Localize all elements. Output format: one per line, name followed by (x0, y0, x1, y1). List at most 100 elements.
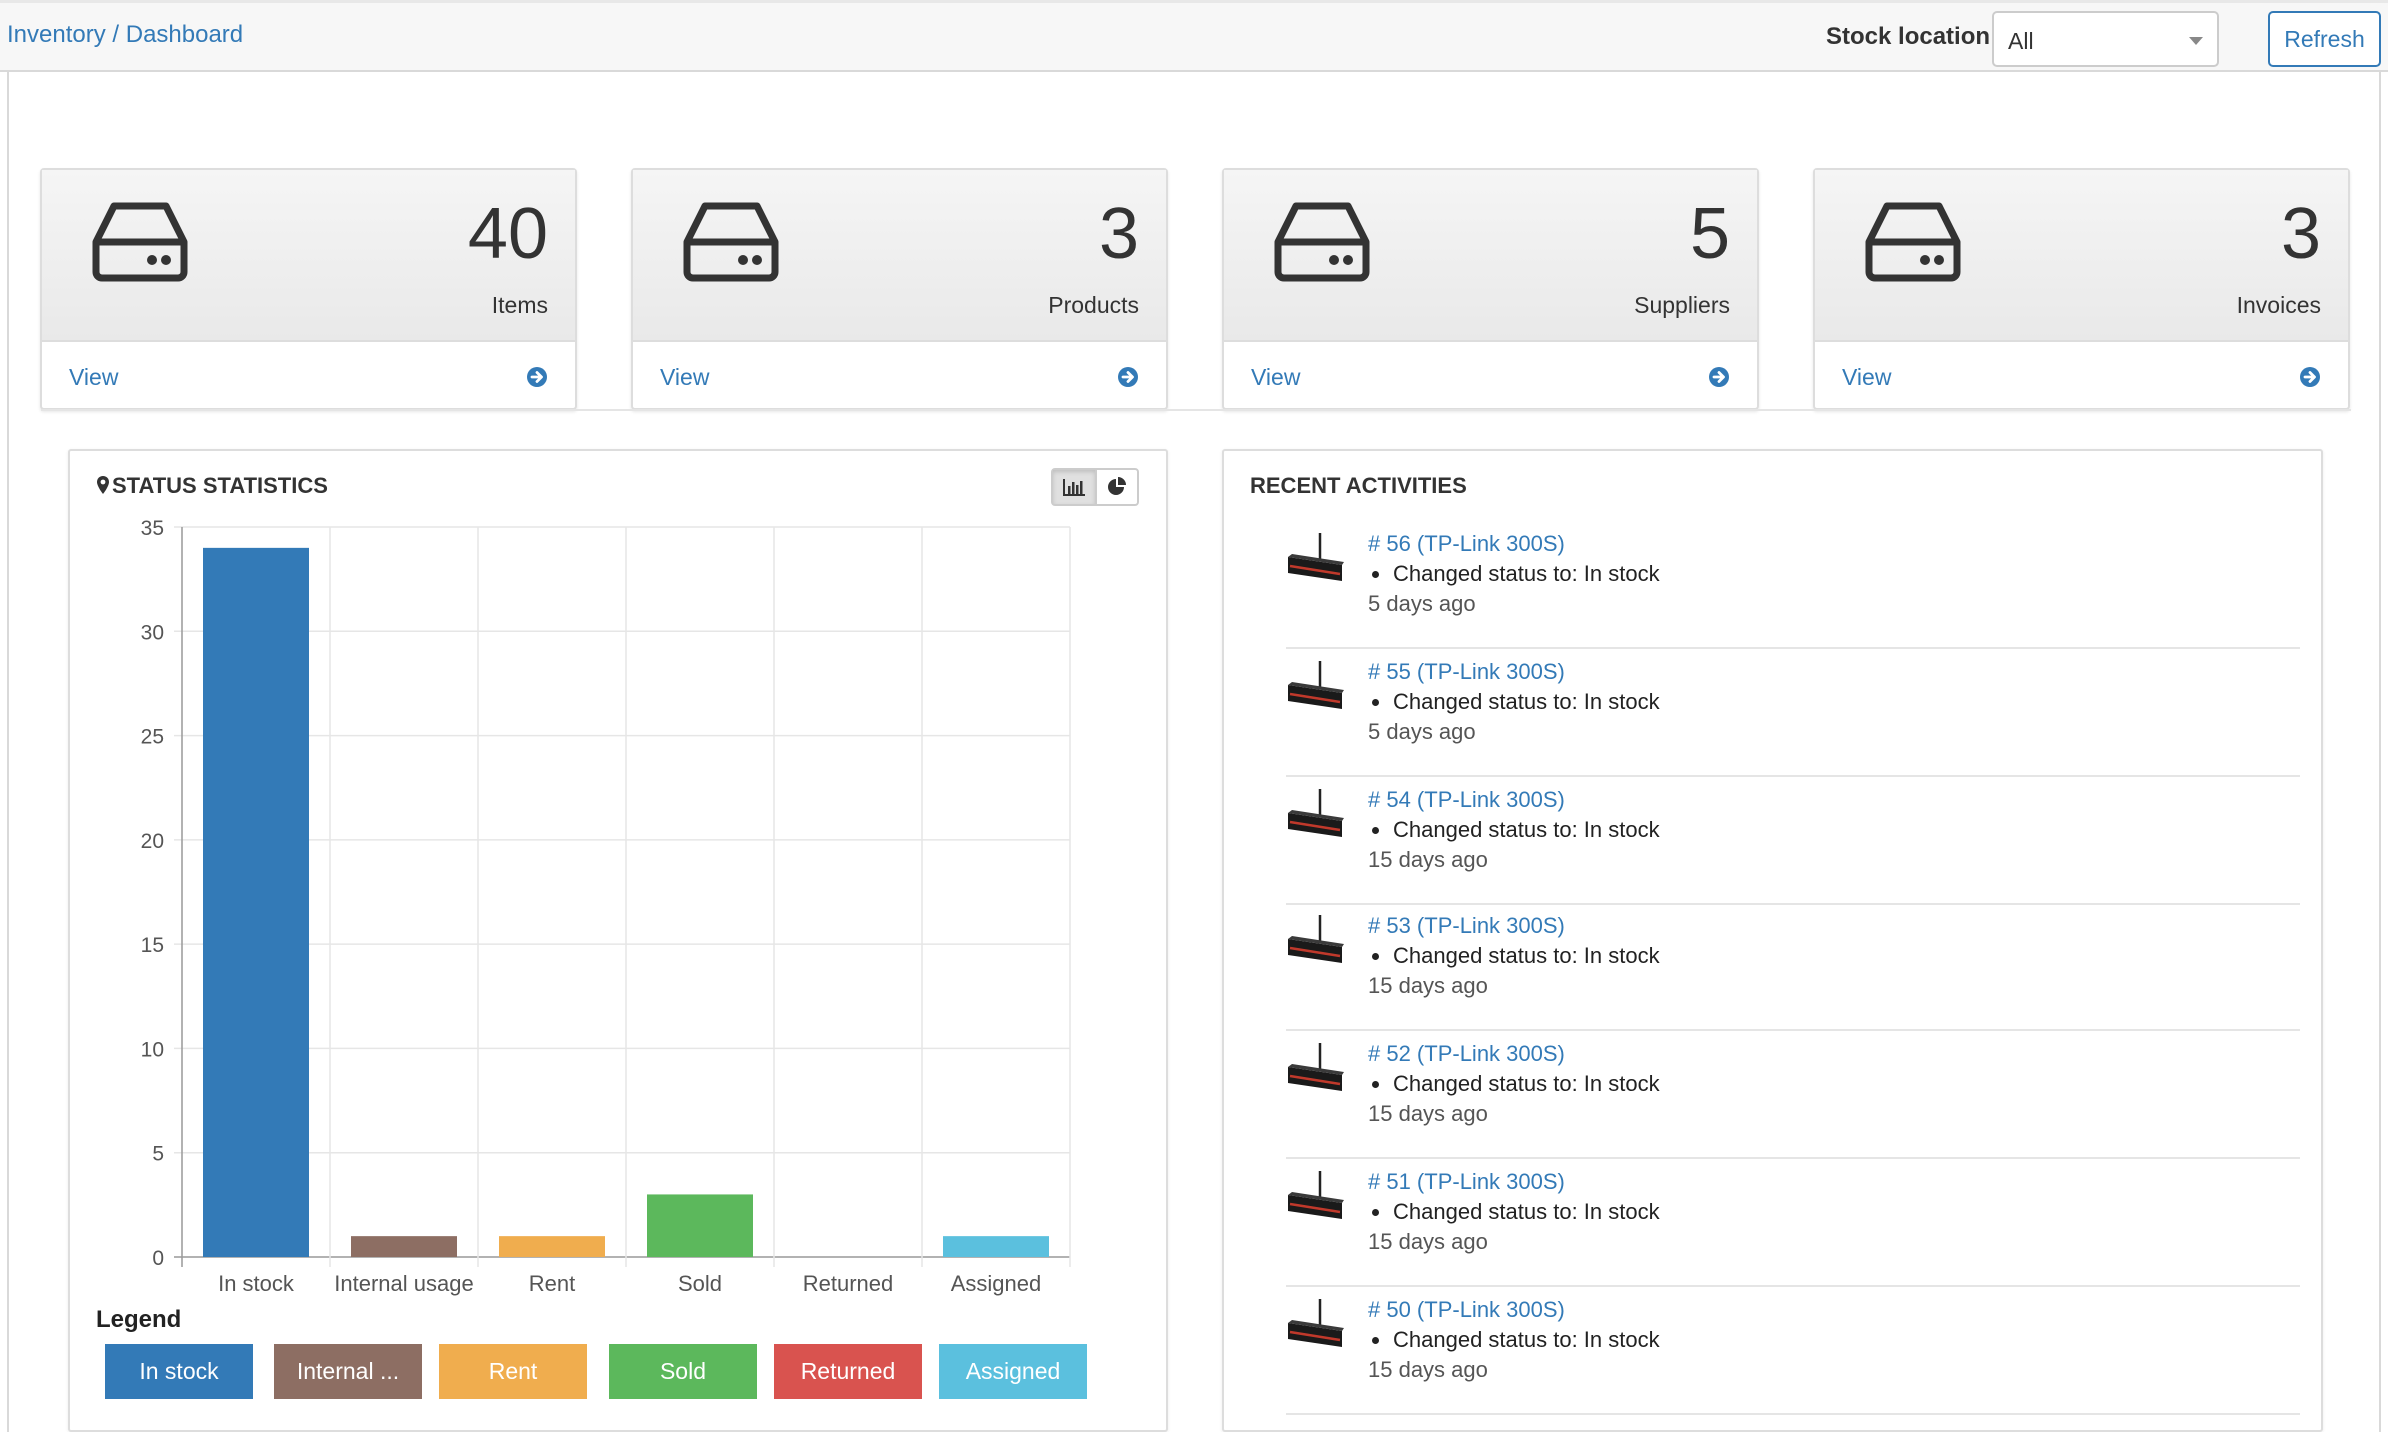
router-thumbnail-icon (1288, 661, 1344, 709)
products-label: Products (1048, 292, 1139, 318)
activity-item-time: 15 days ago (1368, 973, 1488, 998)
status-bar-chart: 0 5 10 15 20 25 30 35 In stock Internal usage Rent… (141, 517, 1071, 1296)
suppliers-view-link[interactable]: View (1224, 342, 1757, 410)
invoices-view-link[interactable]: View (1815, 342, 2348, 410)
breadcrumb-inventory-link[interactable]: Inventory (7, 21, 106, 48)
y-tick-label: 30 (141, 621, 164, 644)
legend-item[interactable]: Rent (439, 1344, 587, 1399)
stock-location-select[interactable]: All (1992, 11, 2219, 67)
activity-item-time: 15 days ago (1368, 1101, 1488, 1126)
x-category-label: Returned (803, 1271, 894, 1296)
router-thumbnail-icon (1288, 789, 1344, 837)
hard-drive-icon (1865, 202, 1961, 282)
y-tick-label: 20 (141, 830, 164, 853)
invoices-count: 3 (2280, 194, 2321, 274)
activity-item: # 51 (TP-Link 300S) Changed status to: In… (1286, 1159, 2300, 1287)
legend-title: Legend (96, 1306, 182, 1333)
bar-assigned (943, 1236, 1049, 1257)
hard-drive-icon (1274, 202, 1370, 282)
activity-item-detail: Changed status to: In stock (1372, 689, 1660, 714)
legend-item[interactable]: Assigned (939, 1344, 1087, 1399)
y-tick-label: 5 (152, 1143, 164, 1166)
view-link-label: View (69, 364, 119, 390)
x-category-label: Internal usage (334, 1271, 473, 1296)
items-view-link[interactable]: View (42, 342, 575, 410)
arrow-circle-right-icon (1709, 367, 1729, 387)
view-link-label: View (660, 364, 710, 390)
activity-item: # 55 (TP-Link 300S) Changed status to: In… (1286, 649, 2300, 777)
view-link-label: View (1251, 364, 1301, 390)
products-view-link[interactable]: View (633, 342, 1166, 410)
activity-item-detail: Changed status to: In stock (1372, 1071, 1660, 1096)
activity-item-link[interactable]: # 54 (TP-Link 300S) (1368, 787, 1565, 813)
bar-in-stock (203, 547, 309, 1257)
bar-internal-usage (351, 1236, 457, 1257)
products-card: 3 Products View (631, 168, 1168, 410)
router-thumbnail-icon (1288, 1171, 1344, 1219)
top-bar: Inventory / Dashboard Stock location All… (0, 0, 2388, 72)
caret-down-icon (2189, 37, 2203, 45)
x-category-label: Rent (529, 1271, 575, 1296)
arrow-circle-right-icon (1118, 367, 1138, 387)
recent-activities-title: RECENT ACTIVITIES (1250, 473, 1467, 498)
invoices-label: Invoices (2236, 292, 2321, 318)
y-tick-label: 25 (141, 726, 164, 749)
activity-item: # 53 (TP-Link 300S) Changed status to: In… (1286, 903, 2300, 1031)
hard-drive-icon (683, 202, 779, 282)
activity-item-detail: Changed status to: In stock (1372, 1199, 1660, 1224)
router-thumbnail-icon (1288, 1043, 1344, 1091)
activity-item-time: 15 days ago (1368, 847, 1488, 872)
activity-item-detail: Changed status to: In stock (1372, 1327, 1660, 1352)
y-tick-label: 10 (141, 1038, 164, 1061)
activity-item-link[interactable]: # 56 (TP-Link 300S) (1368, 531, 1565, 557)
activity-item: # 54 (TP-Link 300S) Changed status to: In… (1286, 777, 2300, 905)
activity-item-link[interactable]: # 50 (TP-Link 300S) (1368, 1297, 1565, 1323)
activity-item-detail: Changed status to: In stock (1372, 561, 1660, 586)
hard-drive-icon (92, 202, 188, 282)
activity-item-detail: Changed status to: In stock (1372, 817, 1660, 842)
activity-item-time: 5 days ago (1368, 719, 1476, 744)
suppliers-count: 5 (1689, 194, 1730, 274)
x-category-label: Sold (678, 1271, 722, 1296)
suppliers-label: Suppliers (1634, 292, 1730, 318)
items-card: 40 Items View (40, 168, 577, 410)
suppliers-card: 5 Suppliers View (1222, 168, 1759, 410)
y-tick-label: 0 (152, 1247, 164, 1270)
section-divider (41, 409, 2351, 411)
router-thumbnail-icon (1288, 533, 1344, 581)
arrow-circle-right-icon (2300, 367, 2320, 387)
breadcrumb-separator: / (112, 21, 120, 48)
items-count: 40 (467, 194, 548, 274)
activity-item-link[interactable]: # 51 (TP-Link 300S) (1368, 1169, 1565, 1195)
activity-item-detail: Changed status to: In stock (1372, 943, 1660, 968)
activity-item-link[interactable]: # 55 (TP-Link 300S) (1368, 659, 1565, 685)
invoices-card: 3 Invoices View (1813, 168, 2350, 410)
refresh-button[interactable]: Refresh (2268, 11, 2381, 67)
recent-activities-panel: RECENT ACTIVITIES # 56 (TP-Link 300S) Cha… (1222, 449, 2323, 1432)
legend-item[interactable]: Sold (609, 1344, 757, 1399)
y-tick-label: 35 (141, 517, 164, 540)
legend-item[interactable]: Internal ... (274, 1344, 422, 1399)
view-link-label: View (1842, 364, 1892, 390)
stock-location-value: All (2008, 28, 2034, 54)
activity-item-link[interactable]: # 52 (TP-Link 300S) (1368, 1041, 1565, 1067)
products-count: 3 (1098, 194, 1139, 274)
activity-item-time: 5 days ago (1368, 591, 1476, 616)
breadcrumb-dashboard-link[interactable]: Dashboard (126, 21, 243, 48)
activity-item-time: 15 days ago (1368, 1357, 1488, 1382)
legend-item[interactable]: In stock (105, 1344, 253, 1399)
bar-rent (499, 1236, 605, 1257)
items-label: Items (491, 292, 548, 318)
activity-item: # 52 (TP-Link 300S) Changed status to: In… (1286, 1031, 2300, 1159)
breadcrumb: Inventory / Dashboard (7, 21, 243, 49)
bar-sold (647, 1194, 753, 1257)
activity-item-time: 15 days ago (1368, 1229, 1488, 1254)
router-thumbnail-icon (1288, 915, 1344, 963)
arrow-circle-right-icon (527, 367, 547, 387)
activity-item-link[interactable]: # 53 (TP-Link 300S) (1368, 913, 1565, 939)
stock-location-label: Stock location (1826, 23, 1991, 50)
activity-item: # 50 (TP-Link 300S) Changed status to: In… (1286, 1287, 2300, 1415)
legend-item[interactable]: Returned (774, 1344, 922, 1399)
activity-item: # 56 (TP-Link 300S) Changed status to: In… (1286, 521, 2300, 649)
x-category-label: Assigned (951, 1271, 1042, 1296)
